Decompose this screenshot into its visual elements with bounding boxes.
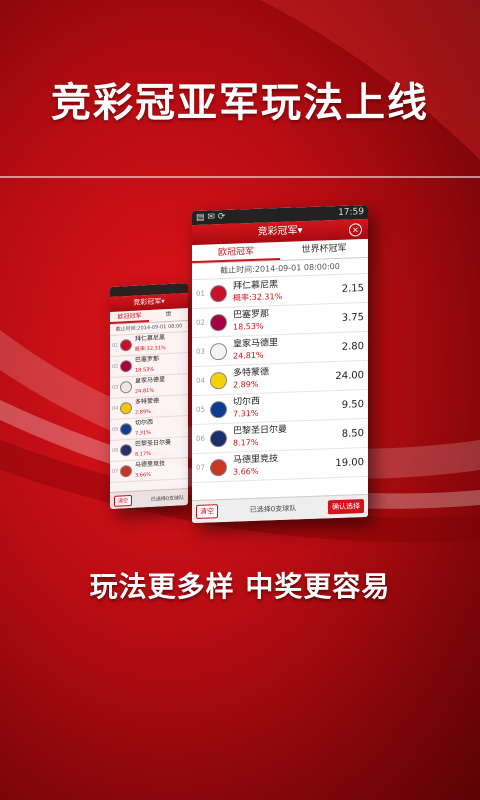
team-odds: 24.00 xyxy=(335,369,364,382)
team-rank: 03 xyxy=(196,347,205,356)
confirm-button[interactable]: 确认选择 xyxy=(328,499,364,515)
bottom-bar: 清空 已选择0支球队 确认选择 xyxy=(192,493,368,524)
team-rank: 07 xyxy=(112,468,119,475)
team-row[interactable]: 07 马德里竞技 3.66% xyxy=(110,457,188,484)
team-odds: 2.15 xyxy=(341,282,364,295)
team-probability: 7.31% xyxy=(233,408,259,419)
team-rank: 05 xyxy=(112,426,119,433)
team-probability: 24.81% xyxy=(233,350,264,361)
back-phone-mockup: 竞彩冠军▾ 欧冠冠军 世 截止时间:2014-09-01 08:00 01 拜仁慕… xyxy=(110,282,188,510)
team-info: 皇家马德里 24.81% xyxy=(233,336,330,361)
team-crest-icon xyxy=(120,338,132,352)
clear-button[interactable]: 清空 xyxy=(196,504,218,519)
bottom-bar: 清空 已选择0支球队 xyxy=(110,487,188,510)
team-info: 巴塞罗那 18.53% xyxy=(233,307,330,332)
team-crest-icon xyxy=(120,359,132,373)
team-rank: 06 xyxy=(112,447,119,454)
team-probability: 18.53% xyxy=(233,321,264,332)
status-icons: ▤ ✉ ⟳ xyxy=(196,211,226,223)
app-title[interactable]: 竞彩冠军▾ xyxy=(257,225,302,238)
team-odds: 3.75 xyxy=(341,311,364,324)
team-rank: 01 xyxy=(112,342,119,349)
slogan: 玩法更多样 中奖更容易 xyxy=(89,570,391,603)
team-probability: 3.66% xyxy=(135,471,151,479)
team-list: 01 拜仁慕尼黑 概率:32.31% 02 巴塞罗那 18.53% 03 皇家马德里 24.81… xyxy=(110,331,188,484)
team-crest-icon xyxy=(210,313,227,331)
team-crest-icon xyxy=(210,400,227,418)
team-crest-icon xyxy=(210,458,227,476)
team-rank: 03 xyxy=(112,384,119,391)
team-crest-icon xyxy=(120,380,132,394)
team-info: 拜仁慕尼黑 概率:32.31% xyxy=(233,278,330,303)
team-rank: 06 xyxy=(196,434,205,443)
team-crest-icon xyxy=(210,429,227,447)
team-rank: 02 xyxy=(112,363,119,370)
tab-ucl[interactable]: 欧冠冠军 xyxy=(110,310,149,325)
selection-count: 已选择0支球队 xyxy=(150,494,184,503)
team-crest-icon xyxy=(120,401,132,415)
team-probability: 8.17% xyxy=(233,437,259,448)
team-info: 多特蒙德 2.89% xyxy=(233,365,330,390)
team-rank: 02 xyxy=(196,318,205,327)
front-phone-mockup: ▤ ✉ ⟳ 17:59 竞彩冠军▾ × 欧冠冠军 世界杯冠军 截止时间:2014… xyxy=(192,204,368,524)
clear-button[interactable]: 清空 xyxy=(114,494,133,507)
team-probability: 概率:32.31% xyxy=(233,291,283,303)
team-info: 巴黎圣日尔曼 8.17% xyxy=(233,423,330,448)
team-crest-icon xyxy=(120,464,132,478)
team-crest-icon xyxy=(120,443,132,457)
team-list: 01 拜仁慕尼黑 概率:32.31% 2.15 02 巴塞罗那 18.53% 3.75 03 皇家… xyxy=(192,273,368,484)
tab-worldcup[interactable]: 世 xyxy=(149,308,188,322)
status-time: 17:59 xyxy=(338,207,364,218)
tab-ucl[interactable]: 欧冠冠军 xyxy=(192,242,280,264)
tab-worldcup[interactable]: 世界杯冠军 xyxy=(280,239,368,260)
team-crest-icon xyxy=(210,284,227,302)
team-info: 马德里竞技 3.66% xyxy=(135,457,186,482)
team-odds: 2.80 xyxy=(341,340,364,353)
team-rank: 04 xyxy=(112,405,119,412)
team-crest-icon xyxy=(120,422,132,436)
team-rank: 04 xyxy=(196,376,205,385)
team-probability: 3.66% xyxy=(233,466,259,477)
team-rank: 07 xyxy=(196,463,205,472)
selection-count: 已选择0支球队 xyxy=(249,504,297,515)
team-info: 切尔西 7.31% xyxy=(233,394,330,419)
close-icon[interactable]: × xyxy=(349,223,362,237)
team-row[interactable]: 07 马德里竞技 3.66% 19.00 xyxy=(192,447,368,484)
team-crest-icon xyxy=(210,342,227,360)
team-info: 马德里竞技 3.66% xyxy=(233,452,330,477)
team-odds: 19.00 xyxy=(335,456,364,469)
headline-divider xyxy=(0,176,480,178)
team-probability: 2.89% xyxy=(233,379,259,390)
team-rank: 01 xyxy=(196,289,205,298)
team-crest-icon xyxy=(210,371,227,389)
team-odds: 9.50 xyxy=(341,398,364,411)
team-rank: 05 xyxy=(196,405,205,414)
team-odds: 8.50 xyxy=(341,427,364,440)
headline: 竞彩冠亚军玩法上线 xyxy=(51,80,429,126)
